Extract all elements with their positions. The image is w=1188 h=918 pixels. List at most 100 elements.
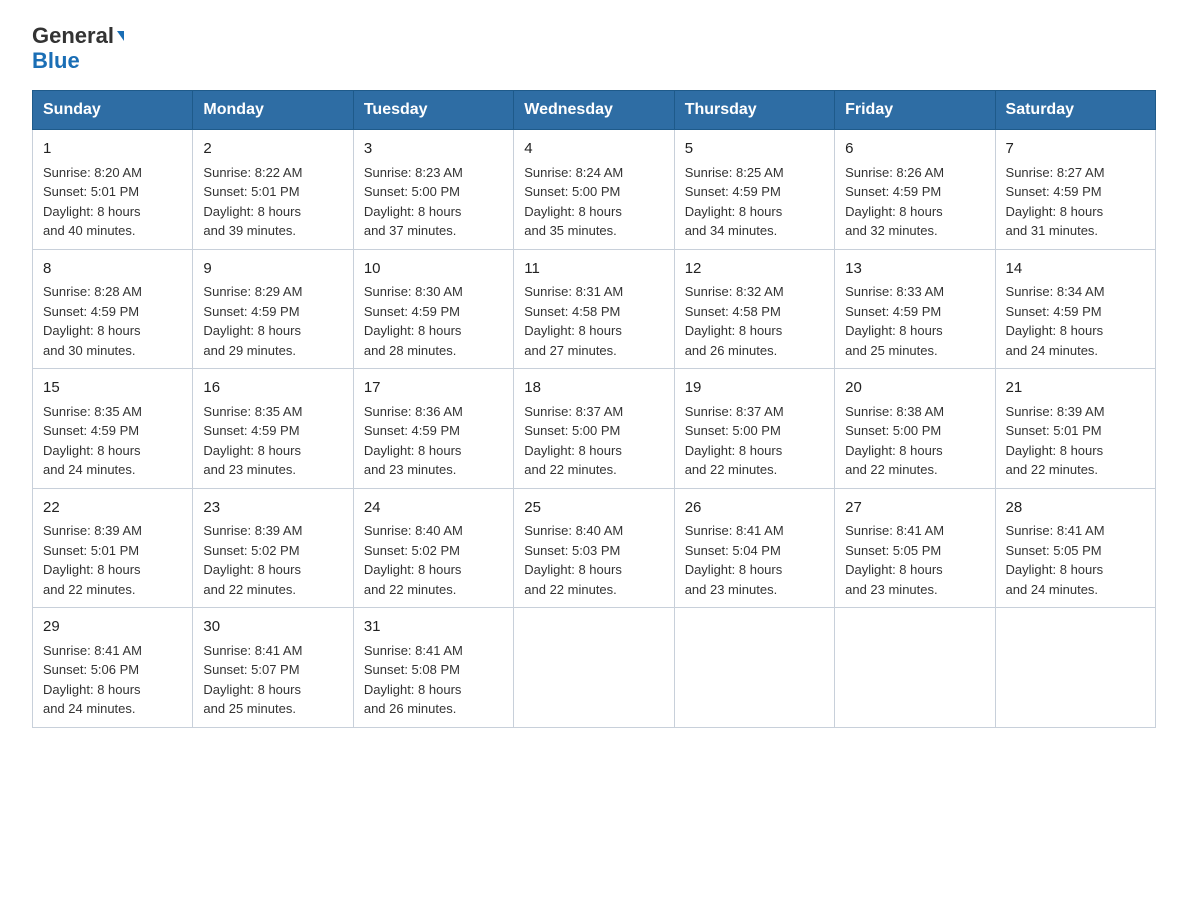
- day-number: 29: [43, 616, 182, 639]
- day-number: 4: [524, 138, 663, 161]
- daylight-label: Daylight: 8 hours: [43, 682, 141, 697]
- sunrise-label: Sunrise: 8:41 AM: [1006, 523, 1105, 538]
- daylight-minutes: and 23 minutes.: [685, 582, 778, 597]
- day-number: 17: [364, 377, 503, 400]
- logo: General Blue: [32, 24, 124, 74]
- sunrise-label: Sunrise: 8:39 AM: [203, 523, 302, 538]
- daylight-minutes: and 31 minutes.: [1006, 223, 1099, 238]
- sunrise-label: Sunrise: 8:32 AM: [685, 284, 784, 299]
- calendar-cell: 27Sunrise: 8:41 AMSunset: 5:05 PMDayligh…: [835, 488, 995, 608]
- daylight-label: Daylight: 8 hours: [364, 204, 462, 219]
- daylight-label: Daylight: 8 hours: [364, 443, 462, 458]
- daylight-minutes: and 28 minutes.: [364, 343, 457, 358]
- daylight-label: Daylight: 8 hours: [1006, 323, 1104, 338]
- daylight-label: Daylight: 8 hours: [524, 562, 622, 577]
- daylight-label: Daylight: 8 hours: [1006, 443, 1104, 458]
- daylight-minutes: and 22 minutes.: [203, 582, 296, 597]
- sunset-label: Sunset: 5:00 PM: [685, 423, 781, 438]
- daylight-minutes: and 22 minutes.: [524, 462, 617, 477]
- logo-blue: Blue: [32, 48, 80, 74]
- daylight-label: Daylight: 8 hours: [845, 562, 943, 577]
- day-header-thursday: Thursday: [674, 91, 834, 130]
- daylight-minutes: and 32 minutes.: [845, 223, 938, 238]
- calendar-cell: 12Sunrise: 8:32 AMSunset: 4:58 PMDayligh…: [674, 249, 834, 369]
- day-number: 22: [43, 497, 182, 520]
- sunrise-label: Sunrise: 8:33 AM: [845, 284, 944, 299]
- calendar-cell: [514, 608, 674, 728]
- calendar-cell: 23Sunrise: 8:39 AMSunset: 5:02 PMDayligh…: [193, 488, 353, 608]
- day-number: 24: [364, 497, 503, 520]
- logo-general: General: [32, 24, 124, 48]
- daylight-label: Daylight: 8 hours: [203, 204, 301, 219]
- day-number: 19: [685, 377, 824, 400]
- day-number: 7: [1006, 138, 1145, 161]
- daylight-label: Daylight: 8 hours: [524, 323, 622, 338]
- sunrise-label: Sunrise: 8:27 AM: [1006, 165, 1105, 180]
- sunset-label: Sunset: 5:02 PM: [364, 543, 460, 558]
- header-row: SundayMondayTuesdayWednesdayThursdayFrid…: [33, 91, 1156, 130]
- daylight-minutes: and 27 minutes.: [524, 343, 617, 358]
- daylight-minutes: and 22 minutes.: [364, 582, 457, 597]
- day-header-tuesday: Tuesday: [353, 91, 513, 130]
- day-number: 31: [364, 616, 503, 639]
- calendar-cell: [674, 608, 834, 728]
- daylight-label: Daylight: 8 hours: [43, 562, 141, 577]
- calendar-cell: 20Sunrise: 8:38 AMSunset: 5:00 PMDayligh…: [835, 369, 995, 489]
- daylight-label: Daylight: 8 hours: [364, 682, 462, 697]
- sunrise-label: Sunrise: 8:37 AM: [524, 404, 623, 419]
- day-number: 10: [364, 258, 503, 281]
- day-header-friday: Friday: [835, 91, 995, 130]
- daylight-label: Daylight: 8 hours: [43, 443, 141, 458]
- week-row-4: 22Sunrise: 8:39 AMSunset: 5:01 PMDayligh…: [33, 488, 1156, 608]
- sunrise-label: Sunrise: 8:20 AM: [43, 165, 142, 180]
- day-number: 6: [845, 138, 984, 161]
- calendar-cell: 29Sunrise: 8:41 AMSunset: 5:06 PMDayligh…: [33, 608, 193, 728]
- calendar-cell: 17Sunrise: 8:36 AMSunset: 4:59 PMDayligh…: [353, 369, 513, 489]
- daylight-minutes: and 24 minutes.: [1006, 343, 1099, 358]
- sunrise-label: Sunrise: 8:41 AM: [203, 643, 302, 658]
- calendar-table: SundayMondayTuesdayWednesdayThursdayFrid…: [32, 90, 1156, 728]
- daylight-label: Daylight: 8 hours: [203, 562, 301, 577]
- daylight-minutes: and 24 minutes.: [43, 701, 136, 716]
- sunset-label: Sunset: 4:59 PM: [203, 423, 299, 438]
- daylight-minutes: and 24 minutes.: [43, 462, 136, 477]
- daylight-label: Daylight: 8 hours: [685, 204, 783, 219]
- daylight-minutes: and 24 minutes.: [1006, 582, 1099, 597]
- calendar-cell: [835, 608, 995, 728]
- sunset-label: Sunset: 5:00 PM: [845, 423, 941, 438]
- week-row-1: 1Sunrise: 8:20 AMSunset: 5:01 PMDaylight…: [33, 130, 1156, 250]
- daylight-minutes: and 23 minutes.: [845, 582, 938, 597]
- sunset-label: Sunset: 5:00 PM: [364, 184, 460, 199]
- calendar-cell: 25Sunrise: 8:40 AMSunset: 5:03 PMDayligh…: [514, 488, 674, 608]
- sunrise-label: Sunrise: 8:40 AM: [364, 523, 463, 538]
- daylight-label: Daylight: 8 hours: [524, 204, 622, 219]
- daylight-label: Daylight: 8 hours: [685, 323, 783, 338]
- daylight-label: Daylight: 8 hours: [203, 443, 301, 458]
- day-header-monday: Monday: [193, 91, 353, 130]
- week-row-3: 15Sunrise: 8:35 AMSunset: 4:59 PMDayligh…: [33, 369, 1156, 489]
- sunrise-label: Sunrise: 8:39 AM: [43, 523, 142, 538]
- sunset-label: Sunset: 4:58 PM: [524, 304, 620, 319]
- daylight-label: Daylight: 8 hours: [685, 443, 783, 458]
- sunset-label: Sunset: 5:08 PM: [364, 662, 460, 677]
- daylight-minutes: and 22 minutes.: [685, 462, 778, 477]
- day-number: 13: [845, 258, 984, 281]
- day-number: 27: [845, 497, 984, 520]
- daylight-minutes: and 30 minutes.: [43, 343, 136, 358]
- sunrise-label: Sunrise: 8:29 AM: [203, 284, 302, 299]
- daylight-label: Daylight: 8 hours: [203, 323, 301, 338]
- sunrise-label: Sunrise: 8:40 AM: [524, 523, 623, 538]
- daylight-minutes: and 26 minutes.: [364, 701, 457, 716]
- day-number: 28: [1006, 497, 1145, 520]
- sunset-label: Sunset: 5:01 PM: [43, 184, 139, 199]
- daylight-label: Daylight: 8 hours: [685, 562, 783, 577]
- day-number: 14: [1006, 258, 1145, 281]
- sunrise-label: Sunrise: 8:41 AM: [364, 643, 463, 658]
- sunset-label: Sunset: 4:59 PM: [845, 184, 941, 199]
- calendar-cell: 30Sunrise: 8:41 AMSunset: 5:07 PMDayligh…: [193, 608, 353, 728]
- sunset-label: Sunset: 5:07 PM: [203, 662, 299, 677]
- day-number: 5: [685, 138, 824, 161]
- day-header-saturday: Saturday: [995, 91, 1155, 130]
- calendar-cell: 26Sunrise: 8:41 AMSunset: 5:04 PMDayligh…: [674, 488, 834, 608]
- day-number: 23: [203, 497, 342, 520]
